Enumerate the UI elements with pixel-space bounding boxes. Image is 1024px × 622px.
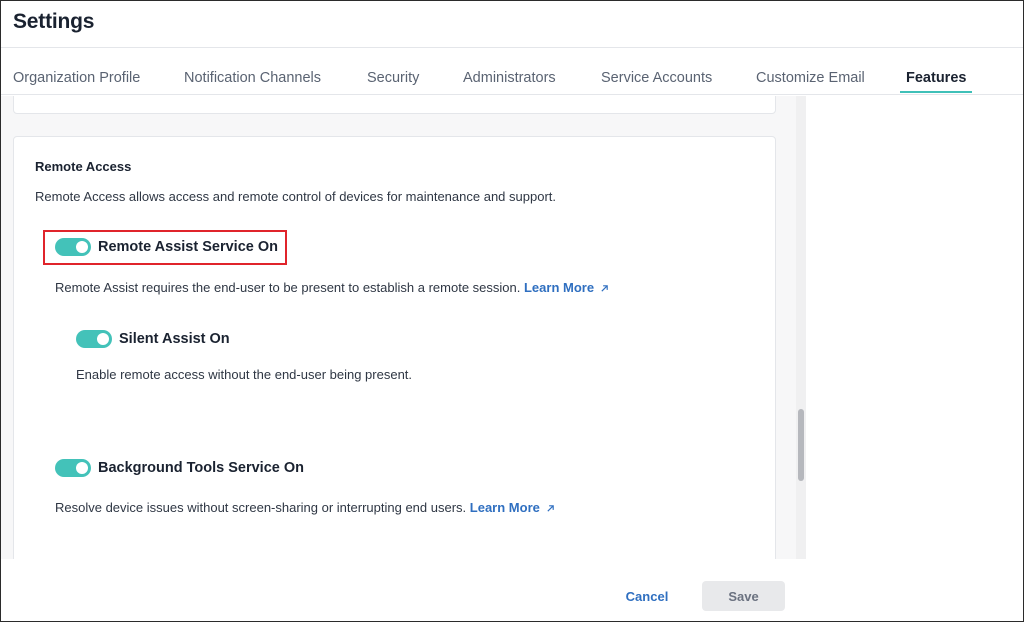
external-link-icon (601, 285, 608, 292)
features-content: Remote Access Remote Access allows acces… (1, 96, 796, 559)
background-tools-description: Resolve device issues without screen-sha… (55, 500, 467, 515)
tab-service-accounts[interactable]: Service Accounts (601, 70, 712, 94)
page-title: Settings (13, 10, 95, 33)
scrollbar-thumb[interactable] (798, 409, 804, 481)
tab-features[interactable]: Features (899, 70, 973, 94)
silent-assist-label: Silent Assist On (119, 331, 230, 347)
remote-access-title: Remote Access (35, 159, 132, 174)
remote-assist-toggle[interactable] (55, 238, 91, 256)
learn-more-label: Learn More (469, 500, 540, 515)
background-tools-learn-more-link[interactable]: Learn More (470, 500, 555, 515)
tab-customize-email[interactable]: Customize Email (756, 70, 865, 94)
save-button[interactable]: Save (702, 581, 785, 611)
remote-assist-learn-more-link[interactable]: Learn More (524, 280, 609, 295)
remote-assist-row: Remote Assist Service On (55, 238, 278, 256)
remote-access-description: Remote Access allows access and remote c… (35, 189, 556, 204)
remote-assist-description: Remote Assist requires the end-user to b… (55, 280, 521, 295)
background-tools-label: Background Tools Service On (98, 460, 305, 476)
background-tools-row: Background Tools Service On (55, 459, 304, 477)
remote-access-card: Remote Access Remote Access allows acces… (13, 136, 776, 559)
toggle-knob (97, 333, 109, 345)
cancel-button[interactable]: Cancel (610, 581, 684, 611)
tab-organization-profile[interactable]: Organization Profile (13, 70, 140, 94)
silent-assist-description: Enable remote access without the end-use… (76, 367, 413, 382)
background-tools-toggle[interactable] (55, 459, 91, 477)
vertical-scrollbar[interactable] (796, 96, 806, 559)
silent-assist-row: Silent Assist On (76, 330, 230, 348)
silent-assist-toggle[interactable] (76, 330, 112, 348)
external-link-icon (547, 505, 554, 512)
tab-administrators[interactable]: Administrators (463, 70, 556, 94)
tab-security[interactable]: Security (367, 70, 419, 94)
toggle-knob (76, 462, 88, 474)
tab-notification-channels[interactable]: Notification Channels (184, 70, 321, 94)
remote-assist-label: Remote Assist Service On (98, 239, 278, 255)
previous-card (13, 96, 776, 114)
footer-actions: Cancel Save (1, 559, 1023, 621)
settings-window: Settings Organization Profile Notificati… (0, 0, 1024, 622)
toggle-knob (76, 241, 88, 253)
remote-assist-description-row: Remote Assist requires the end-user to b… (55, 280, 609, 295)
background-tools-description-row: Resolve device issues without screen-sha… (55, 500, 555, 515)
settings-tabs: Organization Profile Notification Channe… (1, 48, 1023, 95)
learn-more-label: Learn More (523, 280, 595, 295)
